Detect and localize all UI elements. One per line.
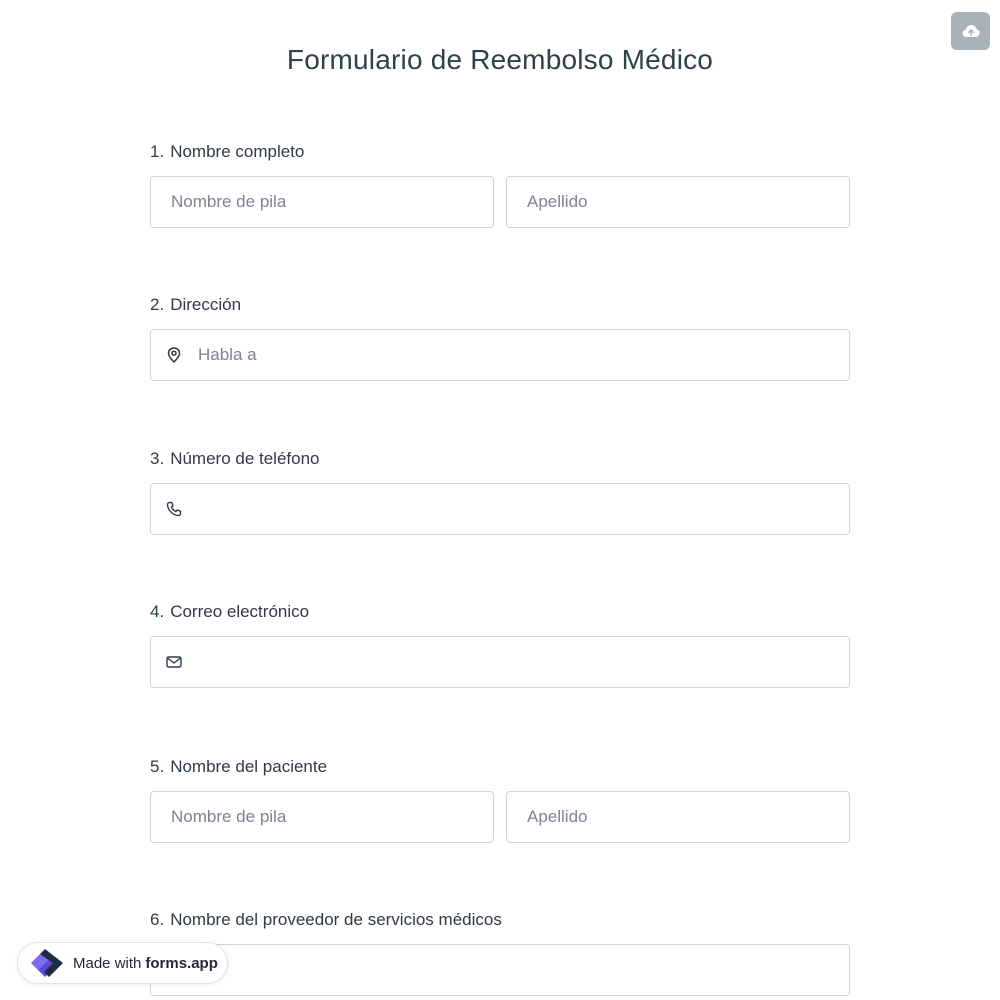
question-patient-name: 5. Nombre del paciente (150, 755, 850, 843)
question-label: 1. Nombre completo (150, 140, 850, 164)
badge-prefix: Made with (73, 954, 142, 972)
provider-name-input[interactable] (151, 945, 849, 995)
badge-brand: forms.app (145, 954, 218, 972)
email-field[interactable] (150, 636, 850, 688)
envelope-icon (165, 653, 183, 671)
question-title: Nombre completo (170, 142, 305, 161)
patient-last-name-input[interactable] (507, 792, 849, 842)
question-label: 3. Número de teléfono (150, 447, 850, 471)
question-label: 4. Correo electrónico (150, 600, 850, 624)
question-label: 6. Nombre del proveedor de servicios méd… (150, 908, 850, 932)
question-label: 5. Nombre del paciente (150, 755, 850, 779)
cloud-upload-icon (962, 25, 980, 37)
question-title: Dirección (170, 295, 242, 314)
phone-icon (165, 500, 183, 518)
email-input[interactable] (151, 637, 849, 687)
last-name-field[interactable] (506, 176, 850, 228)
question-number: 2. (150, 295, 165, 314)
address-field[interactable] (150, 329, 850, 381)
phone-input[interactable] (151, 484, 849, 534)
first-name-input[interactable] (151, 177, 493, 227)
question-title: Número de teléfono (170, 449, 320, 468)
question-provider-name: 6. Nombre del proveedor de servicios méd… (150, 908, 850, 996)
question-address: 2. Dirección (150, 293, 850, 381)
question-number: 1. (150, 142, 165, 161)
question-number: 6. (150, 910, 165, 929)
question-number: 4. (150, 602, 165, 621)
question-title: Nombre del paciente (170, 757, 328, 776)
first-name-field[interactable] (150, 176, 494, 228)
patient-first-name-input[interactable] (151, 792, 493, 842)
question-title: Correo electrónico (170, 602, 310, 621)
provider-name-field[interactable] (150, 944, 850, 996)
question-title: Nombre del proveedor de servicios médico… (170, 910, 502, 929)
question-label: 2. Dirección (150, 293, 850, 317)
map-pin-icon (165, 346, 183, 364)
made-with-forms-app-badge[interactable]: Made with forms.app (17, 942, 228, 984)
form-title: Formulario de Reembolso Médico (286, 44, 714, 75)
patient-first-name-field[interactable] (150, 791, 494, 843)
phone-field[interactable] (150, 483, 850, 535)
forms-app-logo-icon (31, 949, 63, 977)
question-number: 3. (150, 449, 165, 468)
question-number: 5. (150, 757, 165, 776)
question-email: 4. Correo electrónico (150, 600, 850, 688)
question-phone: 3. Número de teléfono (150, 447, 850, 535)
last-name-input[interactable] (507, 177, 849, 227)
patient-last-name-field[interactable] (506, 791, 850, 843)
question-full-name: 1. Nombre completo (150, 140, 850, 228)
address-input[interactable] (151, 330, 849, 380)
form-page: Formulario de Reembolso Médico 1. Nombre… (0, 0, 1000, 1000)
